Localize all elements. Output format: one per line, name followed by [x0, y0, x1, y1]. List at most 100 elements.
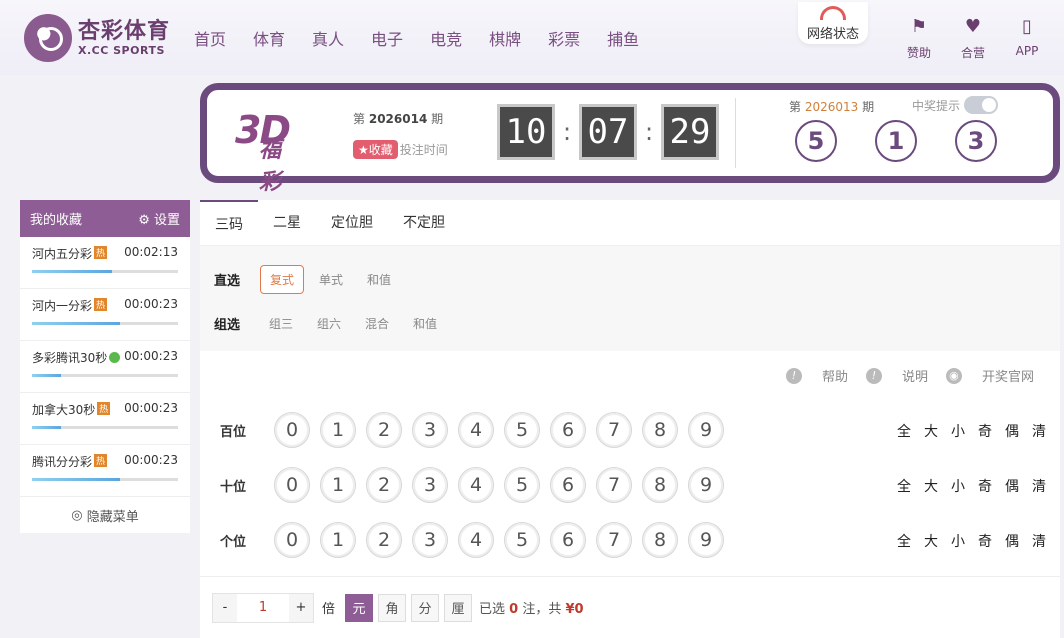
- digit-ball[interactable]: 9: [688, 467, 724, 503]
- quick-select-button[interactable]: 偶: [1005, 421, 1019, 441]
- quick-select-button[interactable]: 奇: [978, 476, 992, 496]
- digit-ball[interactable]: 3: [412, 412, 448, 448]
- nav-esports[interactable]: 电竞: [430, 26, 462, 50]
- digit-ball[interactable]: 8: [642, 522, 678, 558]
- quick-select-button[interactable]: 清: [1032, 531, 1046, 551]
- help-link[interactable]: ! 帮助: [785, 366, 848, 385]
- quick-select-button[interactable]: 奇: [978, 421, 992, 441]
- total-amount: ¥0: [565, 602, 584, 617]
- digit-ball[interactable]: 0: [274, 467, 310, 503]
- nav-cards[interactable]: 棋牌: [489, 26, 521, 50]
- unit-yuan[interactable]: 元: [345, 593, 374, 622]
- digit-ball[interactable]: 1: [320, 412, 356, 448]
- quick-select-button[interactable]: 奇: [978, 531, 992, 551]
- hide-menu-button[interactable]: ◎ 隐藏菜单: [20, 497, 190, 533]
- digit-ball[interactable]: 2: [366, 467, 402, 503]
- quick-select-button[interactable]: 大: [924, 531, 938, 551]
- play-option-group6[interactable]: 组六: [308, 310, 350, 337]
- eye-off-icon: ◎: [71, 507, 87, 523]
- digit-ball[interactable]: 1: [320, 522, 356, 558]
- official-site-link[interactable]: ◉ 开奖官网: [945, 366, 1034, 385]
- unit-fen[interactable]: 分: [411, 593, 440, 622]
- quick-select-button[interactable]: 全: [897, 421, 911, 441]
- play-option-group-sum[interactable]: 和值: [404, 310, 446, 337]
- digit-ball[interactable]: 7: [596, 412, 632, 448]
- digit-ball[interactable]: 4: [458, 467, 494, 503]
- nav-live[interactable]: 真人: [312, 26, 344, 50]
- tab-non-position[interactable]: 不定胆: [388, 200, 460, 245]
- countdown-minutes: 07: [579, 104, 637, 160]
- play-option-compound[interactable]: 复式: [260, 264, 305, 294]
- tab-two-star[interactable]: 二星: [258, 200, 316, 245]
- nav-home[interactable]: 首页: [194, 26, 226, 50]
- quick-select-button[interactable]: 清: [1032, 476, 1046, 496]
- favorite-lottery-item[interactable]: 腾讯分分彩热 00:00:23: [20, 445, 190, 497]
- digit-ball[interactable]: 7: [596, 522, 632, 558]
- site-logo[interactable]: 杏彩体育 X.CC SPORTS: [24, 14, 170, 62]
- sponsor-link[interactable]: ⚑ 赞助: [892, 16, 946, 61]
- quick-select-button[interactable]: 小: [951, 476, 965, 496]
- digit-ball[interactable]: 8: [642, 412, 678, 448]
- sidebar-title: 我的收藏: [30, 213, 83, 228]
- play-option-sum[interactable]: 和值: [358, 266, 400, 293]
- last-issue: 第 2026013 期: [789, 98, 874, 115]
- quick-select-button[interactable]: 大: [924, 421, 938, 441]
- favorite-button[interactable]: ★收藏: [353, 140, 398, 159]
- quick-select-button[interactable]: 大: [924, 476, 938, 496]
- nav-slots[interactable]: 电子: [371, 26, 403, 50]
- favorite-lottery-item[interactable]: 多彩腾讯30秒 00:00:23: [20, 341, 190, 393]
- network-status[interactable]: 网络状态: [798, 2, 868, 44]
- group-play-row: 组选 组三 组六 混合 和值: [214, 306, 1046, 340]
- nav-sports[interactable]: 体育: [253, 26, 285, 50]
- play-option-single[interactable]: 单式: [310, 266, 352, 293]
- settings-button[interactable]: ⚙ 设置: [138, 209, 180, 228]
- nav-fishing[interactable]: 捕鱼: [607, 26, 639, 50]
- explain-link[interactable]: ! 说明: [865, 366, 928, 385]
- digit-ball[interactable]: 7: [596, 467, 632, 503]
- digit-ball[interactable]: 1: [320, 467, 356, 503]
- quick-select-button[interactable]: 清: [1032, 421, 1046, 441]
- digit-ball[interactable]: 0: [274, 412, 310, 448]
- quick-select-button[interactable]: 小: [951, 421, 965, 441]
- digit-ball[interactable]: 9: [688, 522, 724, 558]
- favorite-lottery-item[interactable]: 加拿大30秒热 00:00:23: [20, 393, 190, 445]
- quick-select-button[interactable]: 全: [897, 531, 911, 551]
- unit-li[interactable]: 厘: [444, 593, 473, 622]
- digit-ball[interactable]: 5: [504, 467, 540, 503]
- plus-button[interactable]: +: [289, 593, 313, 622]
- digit-ball[interactable]: 9: [688, 412, 724, 448]
- quick-select-button[interactable]: 偶: [1005, 531, 1019, 551]
- play-option-group3[interactable]: 组三: [260, 310, 302, 337]
- favorite-lottery-item[interactable]: 河内一分彩热 00:00:23: [20, 289, 190, 341]
- digit-ball[interactable]: 4: [458, 522, 494, 558]
- partner-link[interactable]: ♥ 合营: [946, 16, 1000, 61]
- digit-ball[interactable]: 4: [458, 412, 494, 448]
- digit-ball[interactable]: 6: [550, 412, 586, 448]
- last-issue-number: 2026013: [804, 100, 859, 114]
- tab-three-digit[interactable]: 三码: [200, 200, 258, 245]
- nav-lottery[interactable]: 彩票: [548, 26, 580, 50]
- digit-ball[interactable]: 2: [366, 522, 402, 558]
- unit-jiao[interactable]: 角: [378, 593, 407, 622]
- digit-ball[interactable]: 6: [550, 522, 586, 558]
- digit-ball[interactable]: 2: [366, 412, 402, 448]
- digit-ball[interactable]: 5: [504, 522, 540, 558]
- digit-ball[interactable]: 3: [412, 467, 448, 503]
- quick-select-button[interactable]: 小: [951, 531, 965, 551]
- digit-ball[interactable]: 5: [504, 412, 540, 448]
- quick-select-button[interactable]: 偶: [1005, 476, 1019, 496]
- selected-count: 0: [509, 602, 519, 617]
- tab-position[interactable]: 定位胆: [316, 200, 388, 245]
- digit-ball[interactable]: 3: [412, 522, 448, 558]
- digit-ball[interactable]: 6: [550, 467, 586, 503]
- app-link[interactable]: ▯ APP: [1000, 16, 1054, 61]
- favorite-lottery-item[interactable]: 河内五分彩热 00:02:13: [20, 237, 190, 289]
- minus-button[interactable]: -: [213, 593, 237, 622]
- multiplier-input[interactable]: [237, 593, 289, 622]
- play-option-mixed[interactable]: 混合: [356, 310, 398, 337]
- quick-select-button[interactable]: 全: [897, 476, 911, 496]
- win-alert-switch[interactable]: [964, 96, 999, 114]
- position-label: 百位: [220, 424, 247, 440]
- digit-ball[interactable]: 8: [642, 467, 678, 503]
- digit-ball[interactable]: 0: [274, 522, 310, 558]
